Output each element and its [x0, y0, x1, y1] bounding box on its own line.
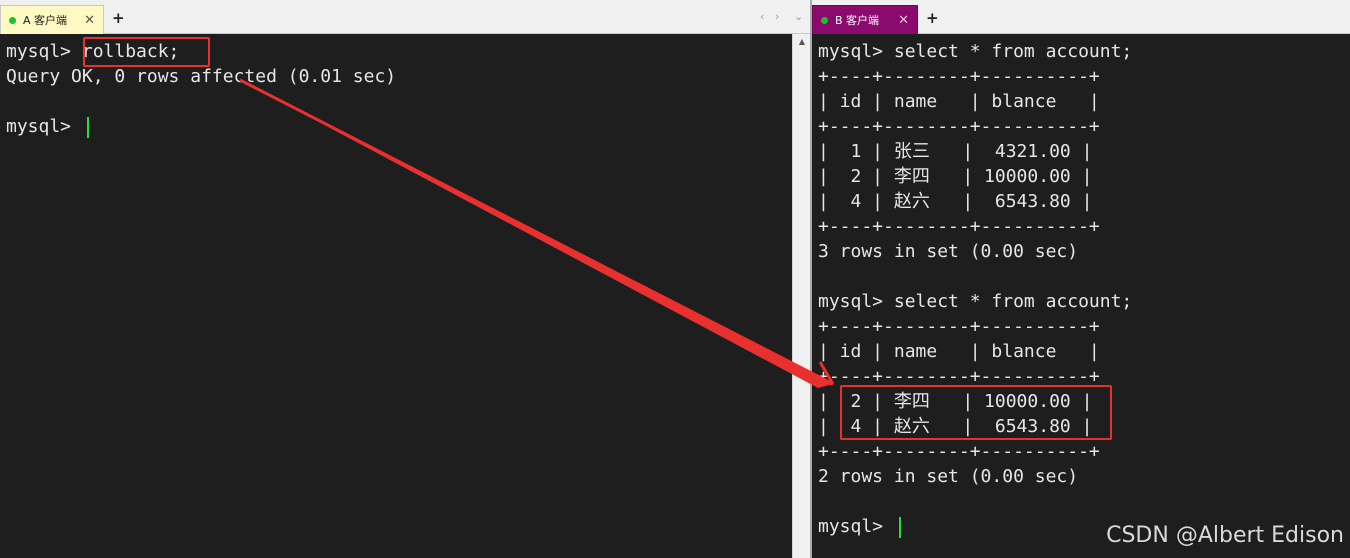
terminal-line: Query OK, 0 rows affected (0.01 sec): [6, 66, 397, 87]
tab-bar-a: A 客户端 ✕ + ‹ › ⌄: [0, 0, 810, 34]
prev-tab-icon[interactable]: ‹: [760, 10, 764, 23]
terminal-line: 3 rows in set (0.00 sec): [818, 241, 1079, 262]
tab-client-a[interactable]: A 客户端 ✕: [0, 5, 104, 34]
terminal-prompt-line: mysql>: [6, 114, 396, 139]
connected-status-icon: [821, 16, 828, 24]
terminal-line: | id | name | blance |: [818, 91, 1100, 112]
terminal-line: +----+--------+----------+: [818, 216, 1100, 237]
terminal-line: | 1 | 张三 | 4321.00 |: [818, 141, 1093, 162]
terminal-line: mysql> select * from account;: [818, 291, 1133, 312]
scroll-up-icon[interactable]: ▲: [793, 34, 811, 50]
close-tab-b-icon[interactable]: ✕: [898, 13, 909, 28]
terminal-line: +----+--------+----------+: [818, 116, 1100, 137]
terminal-line: +----+--------+----------+: [818, 316, 1100, 337]
client-a-pane: A 客户端 ✕ + ‹ › ⌄ mysql> rollback; Query O…: [0, 0, 810, 558]
scrollbar-a[interactable]: ▲: [792, 34, 810, 558]
terminal-line: | 2 | 李四 | 10000.00 |: [818, 166, 1093, 187]
terminal-a[interactable]: mysql> rollback; Query OK, 0 rows affect…: [0, 34, 792, 558]
terminal-cursor: [86, 116, 89, 138]
new-tab-b-button[interactable]: +: [926, 9, 939, 27]
terminal-prompt: mysql>: [818, 516, 894, 537]
tab-client-a-title: A 客户端: [23, 14, 68, 27]
terminal-line: 2 rows in set (0.00 sec): [818, 466, 1079, 487]
terminal-prompt: mysql>: [6, 116, 82, 137]
client-b-pane: B 客户端 ✕ + mysql> select * from account; …: [812, 0, 1350, 558]
tab-menu-icon[interactable]: ⌄: [794, 10, 803, 23]
rollback-highlight-box: [83, 37, 210, 67]
terminal-b[interactable]: mysql> select * from account; +----+----…: [812, 34, 1350, 558]
remaining-rows-highlight-box: [840, 385, 1112, 440]
terminal-line: +----+--------+----------+: [818, 66, 1100, 87]
tab-client-b-title: B 客户端: [835, 14, 880, 27]
terminal-line: | 4 | 赵六 | 6543.80 |: [818, 191, 1093, 212]
terminal-line: mysql> select * from account;: [818, 41, 1133, 62]
terminal-line: +----+--------+----------+: [818, 441, 1100, 462]
new-tab-a-button[interactable]: +: [112, 9, 125, 27]
terminal-line: | id | name | blance |: [818, 341, 1100, 362]
close-tab-a-icon[interactable]: ✕: [84, 13, 95, 28]
connected-status-icon: [9, 16, 16, 24]
next-tab-icon[interactable]: ›: [775, 10, 779, 23]
tab-bar-b: B 客户端 ✕ +: [812, 0, 1350, 34]
terminal-cursor: [898, 516, 901, 538]
watermark: CSDN @Albert Edison: [1106, 523, 1344, 548]
terminal-prompt-line: mysql>: [818, 514, 1132, 539]
tab-client-b[interactable]: B 客户端 ✕: [812, 5, 918, 34]
